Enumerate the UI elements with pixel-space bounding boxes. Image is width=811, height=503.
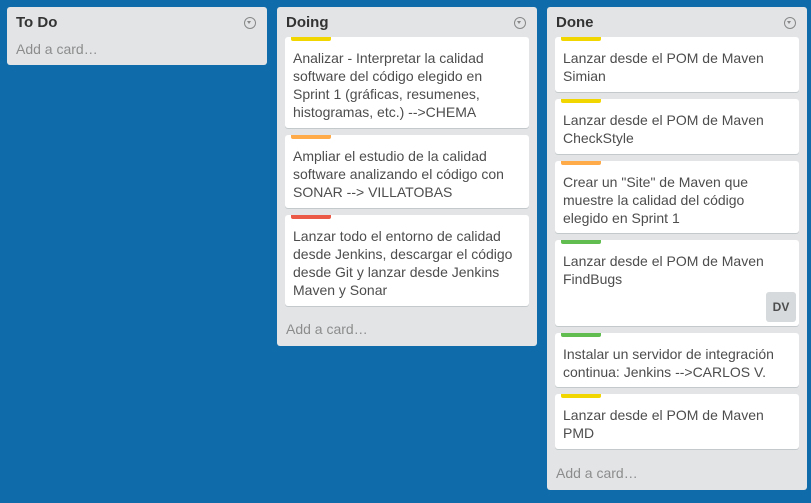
card-title: Instalar un servidor de integración cont… [563, 346, 774, 380]
add-card-button[interactable]: Add a card… [285, 313, 529, 346]
card-title: Ampliar el estudio de la calidad softwar… [293, 148, 504, 200]
card-label [561, 240, 601, 244]
card-title: Lanzar desde el POM de Maven FindBugs [563, 253, 764, 287]
card-title: Lanzar todo el entorno de calidad desde … [293, 228, 513, 298]
card-label [561, 394, 601, 398]
card-label [291, 37, 331, 41]
member-avatar[interactable]: DV [766, 292, 796, 322]
card[interactable]: Lanzar desde el POM de Maven CheckStyle [555, 99, 799, 154]
card-label [561, 161, 601, 165]
list-menu-icon[interactable] [514, 17, 526, 29]
list-title: Doing [286, 13, 329, 31]
card[interactable]: Instalar un servidor de integración cont… [555, 333, 799, 387]
card[interactable]: Lanzar desde el POM de Maven Simian [555, 37, 799, 92]
add-card-button[interactable]: Add a card… [555, 456, 799, 490]
list-todo: To Do Add a card… [7, 7, 267, 65]
card-label [291, 135, 331, 139]
card-label [291, 215, 331, 219]
card-label [561, 99, 601, 103]
card-title: Lanzar desde el POM de Maven PMD [563, 407, 764, 441]
list-header: To Do [15, 7, 259, 37]
list-header: Doing [285, 7, 529, 37]
list-doing: Doing Analizar - Interpretar la calidad … [277, 7, 537, 346]
card[interactable]: Lanzar todo el entorno de calidad desde … [285, 215, 529, 306]
card[interactable]: Ampliar el estudio de la calidad softwar… [285, 135, 529, 208]
card[interactable]: Lanzar desde el POM de Maven PMD [555, 394, 799, 449]
card-title: Lanzar desde el POM de Maven CheckStyle [563, 112, 764, 146]
card[interactable]: Lanzar desde el POM de Maven FindBugs DV [555, 240, 799, 326]
card[interactable]: Crear un "Site" de Maven que muestre la … [555, 161, 799, 233]
list-menu-icon[interactable] [244, 17, 256, 29]
list-title: To Do [16, 13, 58, 31]
card-label [561, 37, 601, 41]
add-card-button[interactable]: Add a card… [15, 37, 259, 65]
card[interactable]: Analizar - Interpretar la calidad softwa… [285, 37, 529, 128]
card-title: Lanzar desde el POM de Maven Simian [563, 50, 764, 84]
card-title: Crear un "Site" de Maven que muestre la … [563, 174, 749, 226]
card-label [561, 333, 601, 337]
list-header: Done [555, 7, 799, 37]
list-done: Done Lanzar desde el POM de Maven Simian… [547, 7, 807, 490]
list-menu-icon[interactable] [784, 17, 796, 29]
card-title: Analizar - Interpretar la calidad softwa… [293, 50, 484, 120]
list-title: Done [556, 13, 594, 31]
